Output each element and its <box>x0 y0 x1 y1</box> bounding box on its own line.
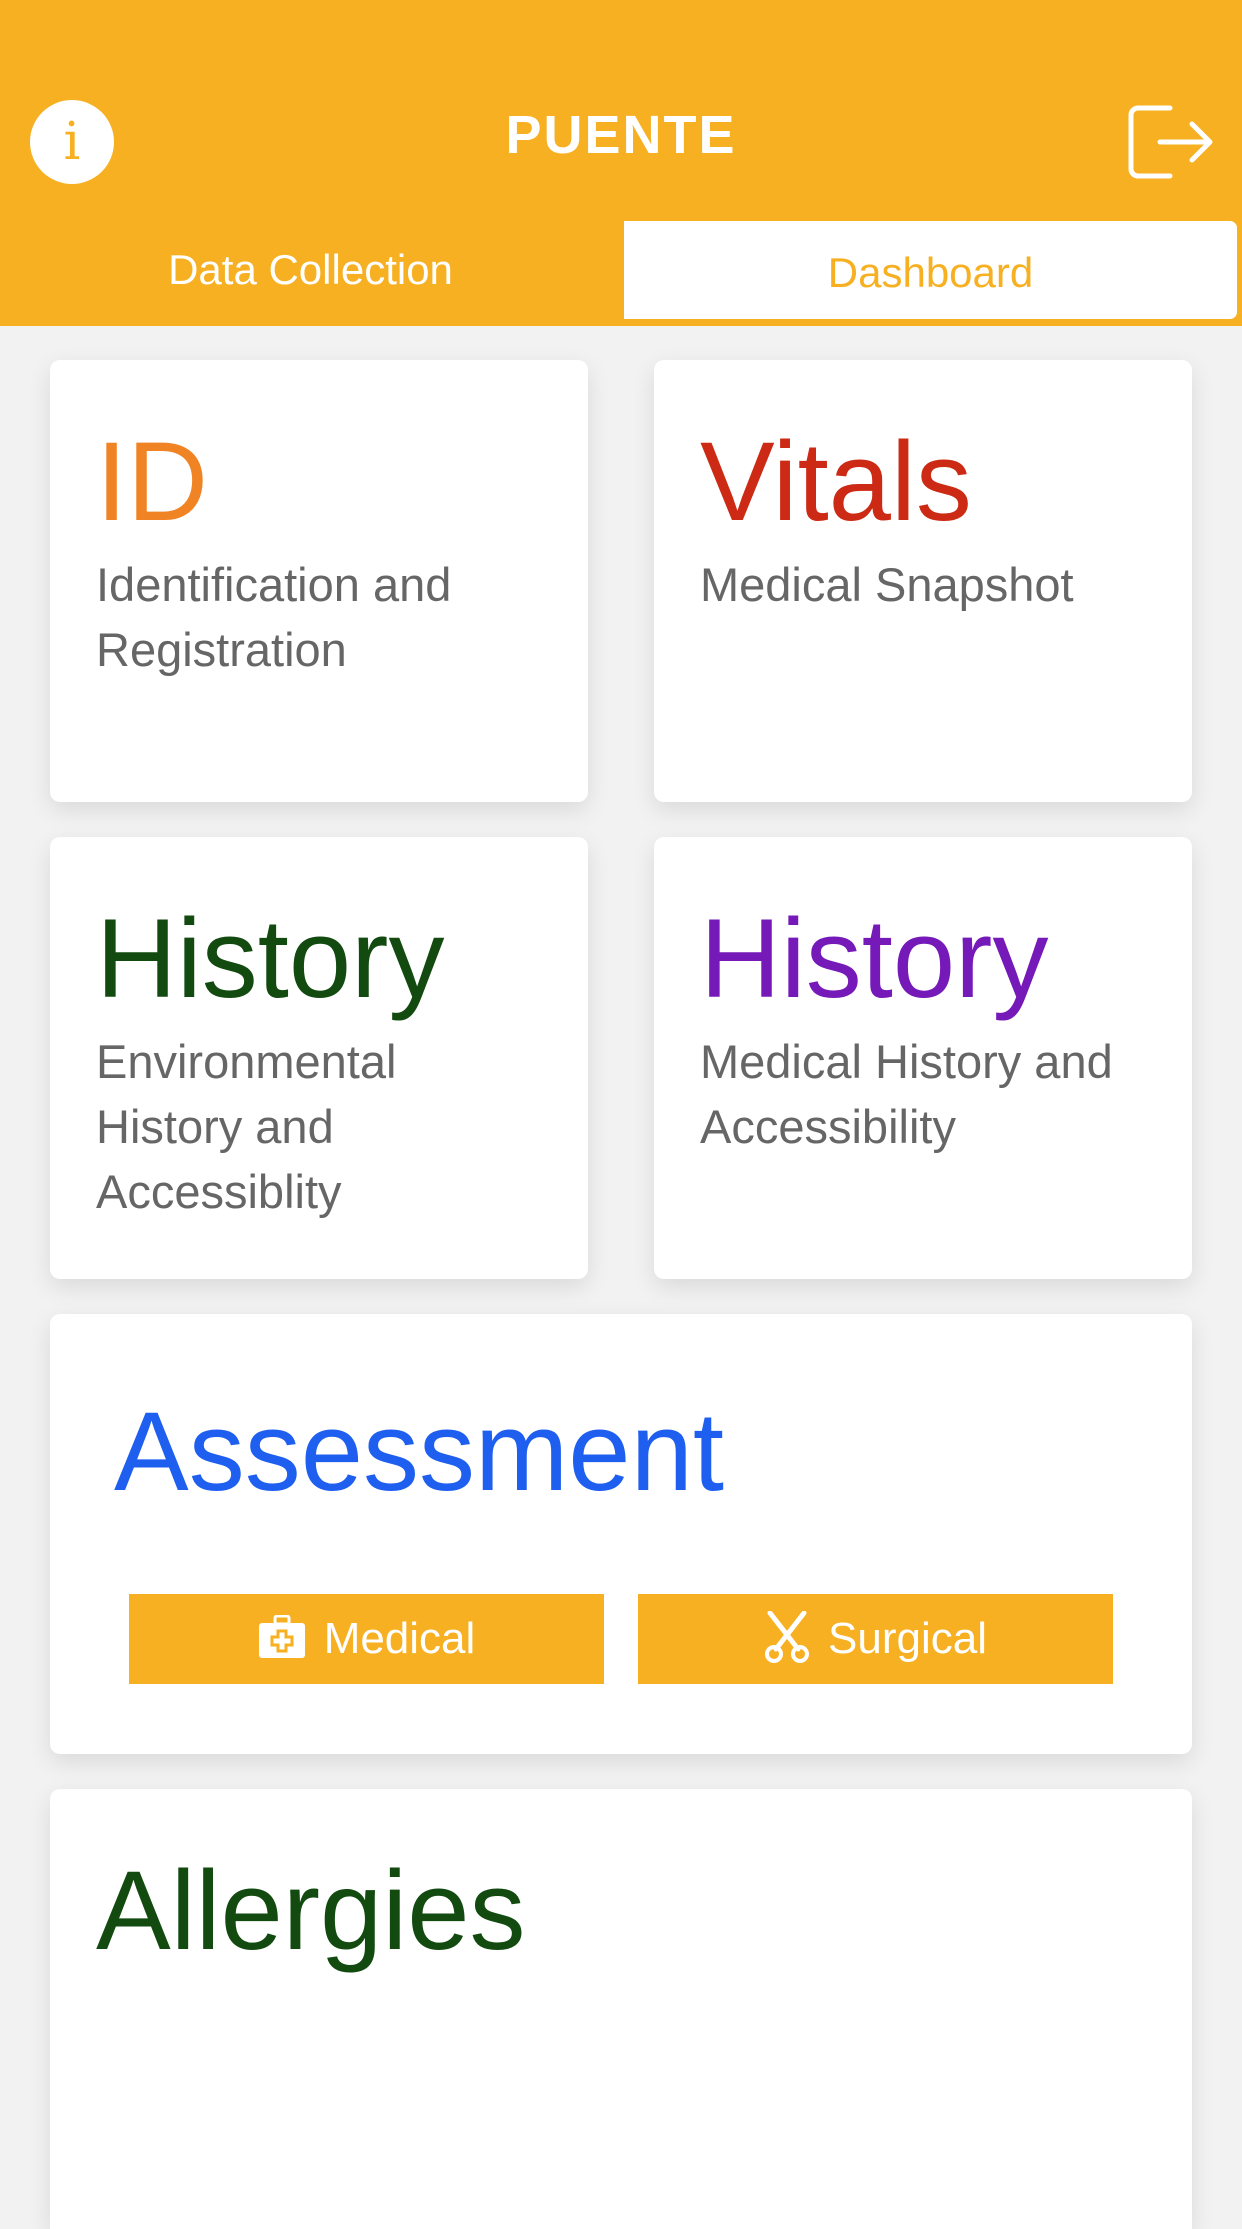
app-header: i PUENTE <box>0 0 1242 218</box>
medical-button-label: Medical <box>323 1614 476 1663</box>
card-title: Vitals <box>700 419 972 544</box>
card-title: History <box>96 896 445 1021</box>
medical-assessment-button[interactable]: Medical <box>129 1594 604 1684</box>
medical-kit-icon <box>258 1615 306 1659</box>
allergies-card[interactable]: Allergies <box>50 1789 1192 2229</box>
card-title: Assessment <box>114 1389 724 1514</box>
card-title: ID <box>96 419 208 544</box>
medical-history-card[interactable]: History Medical History and Accessibilit… <box>654 837 1192 1279</box>
tab-dashboard[interactable]: Dashboard <box>621 218 1240 322</box>
app-title: PUENTE <box>505 105 737 165</box>
assessment-card: Assessment <box>50 1314 1192 1754</box>
card-subtitle: Medical History and Accessibility <box>700 1035 1113 1153</box>
card-subtitle: Environmental History and Accessiblity <box>96 1035 397 1218</box>
card-title: Allergies <box>96 1848 526 1973</box>
card-title: History <box>700 896 1049 1021</box>
id-card[interactable]: ID Identification and Registration <box>50 360 588 802</box>
logout-icon[interactable] <box>1124 102 1214 182</box>
vitals-card[interactable]: Vitals Medical Snapshot <box>654 360 1192 802</box>
tab-data-collection[interactable]: Data Collection <box>0 218 621 322</box>
surgical-button-label: Surgical <box>828 1614 987 1663</box>
scissors-icon <box>764 1611 810 1664</box>
segmented-tabs: Data Collection Dashboard <box>0 218 1242 326</box>
surgical-assessment-button[interactable]: Surgical <box>638 1594 1113 1684</box>
card-subtitle: Identification and Registration <box>96 558 452 676</box>
environmental-history-card[interactable]: History Environmental History and Access… <box>50 837 588 1279</box>
card-subtitle: Medical Snapshot <box>700 558 1074 611</box>
